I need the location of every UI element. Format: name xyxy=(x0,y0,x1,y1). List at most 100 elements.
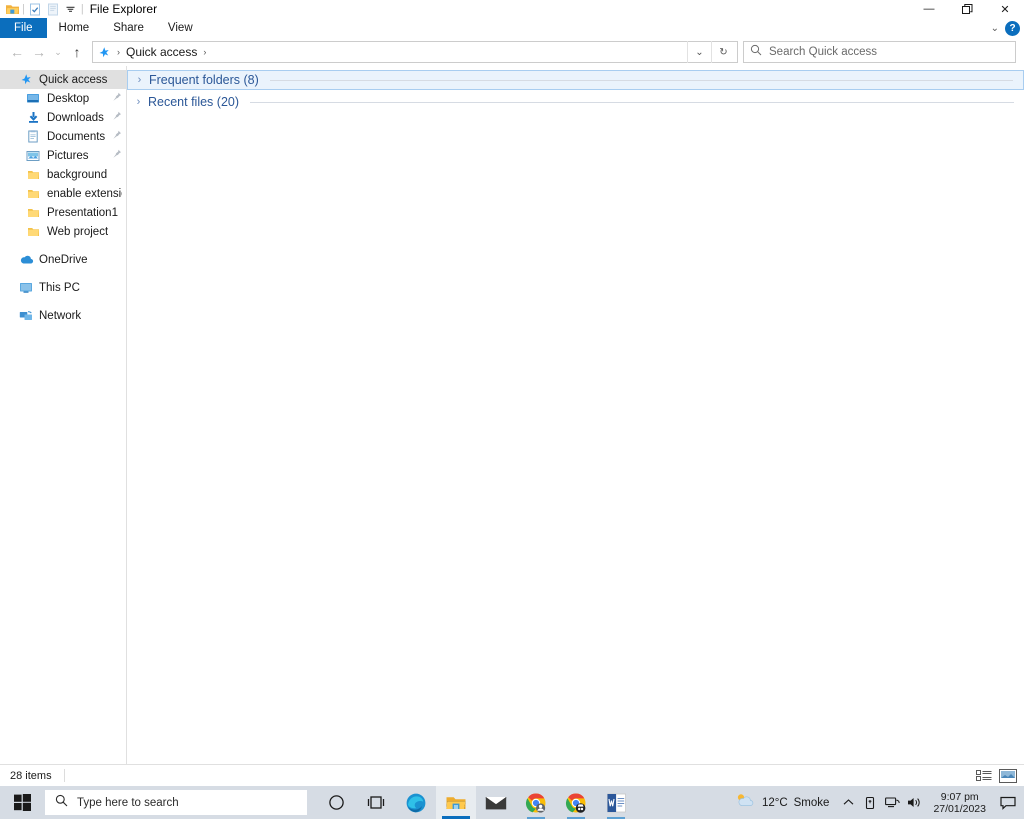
large-icons-view-button[interactable] xyxy=(998,767,1018,785)
recent-locations-icon[interactable]: ⌄ xyxy=(50,41,66,63)
taskbar-search-placeholder: Type here to search xyxy=(77,796,179,809)
show-hidden-icons-button[interactable] xyxy=(837,786,859,819)
explorer-icon[interactable] xyxy=(3,0,21,18)
task-view-icon[interactable] xyxy=(356,786,396,819)
sidebar-item-label: enable extension xyxy=(47,187,122,200)
new-folder-icon[interactable] xyxy=(44,0,62,18)
weather-widget[interactable]: 12°C Smoke xyxy=(726,792,838,814)
address-dropdown-icon[interactable]: ⌄ xyxy=(687,41,711,63)
sidebar-item-pictures[interactable]: Pictures xyxy=(0,146,126,165)
file-list-pane[interactable]: › Frequent folders (8) › Recent files (2… xyxy=(127,66,1024,764)
group-rule xyxy=(269,79,1013,81)
chrome-incognito-icon[interactable] xyxy=(556,786,596,819)
sidebar-item-label: Documents xyxy=(47,130,106,143)
sidebar-item-quick-access[interactable]: Quick access xyxy=(0,70,126,89)
ribbon-right-controls: ⌄ ? xyxy=(991,18,1020,38)
word-icon[interactable] xyxy=(596,786,636,819)
back-button[interactable]: ← xyxy=(6,41,28,63)
properties-icon[interactable] xyxy=(26,0,44,18)
search-icon xyxy=(750,43,762,61)
item-count-label: 28 items xyxy=(10,769,52,782)
sidebar-item-label: OneDrive xyxy=(39,253,88,266)
maximize-restore-button[interactable] xyxy=(948,0,986,18)
notifications-icon[interactable] xyxy=(994,786,1022,819)
refresh-icon[interactable]: ↻ xyxy=(711,41,735,63)
tab-home[interactable]: Home xyxy=(47,18,102,38)
chevron-down-icon[interactable]: ⌄ xyxy=(991,23,999,34)
chevron-right-icon[interactable]: › xyxy=(133,96,144,108)
up-button[interactable]: ↑ xyxy=(66,41,88,63)
breadcrumb-separator-1[interactable]: › xyxy=(199,47,210,57)
documents-icon xyxy=(25,129,41,145)
sidebar-item-network[interactable]: Network xyxy=(0,306,126,325)
this-pc-icon xyxy=(18,280,34,296)
sidebar-item-onedrive[interactable]: OneDrive xyxy=(0,250,126,269)
file-explorer-icon[interactable] xyxy=(436,786,476,819)
breadcrumb-quick-access[interactable]: Quick access xyxy=(124,45,199,59)
onedrive-cloud-icon xyxy=(18,252,34,268)
sidebar-item-web-project[interactable]: Web project xyxy=(0,222,126,241)
sidebar-item-label: Desktop xyxy=(47,92,90,105)
title-bar: | | File Explorer — ✕ xyxy=(0,0,1024,18)
start-button[interactable] xyxy=(0,786,44,819)
volume-tray-icon[interactable] xyxy=(903,786,925,819)
help-button[interactable]: ? xyxy=(1005,20,1020,36)
window-body: Quick access Desktop Downloads Documents… xyxy=(0,66,1024,764)
sidebar-item-background[interactable]: background xyxy=(0,165,126,184)
sidebar-item-enable-extension[interactable]: enable extension xyxy=(0,184,126,203)
folder-icon xyxy=(25,167,41,183)
network-icon xyxy=(18,308,34,324)
view-toggle-group xyxy=(974,767,1018,785)
sidebar-item-this-pc[interactable]: This PC xyxy=(0,278,126,297)
cortana-icon[interactable] xyxy=(316,786,356,819)
sidebar-item-documents[interactable]: Documents xyxy=(0,127,126,146)
navigation-bar: ← → ⌄ ↑ › Quick access › ⌄ ↻ Search Quic… xyxy=(0,38,1024,66)
sidebar-item-downloads[interactable]: Downloads xyxy=(0,108,126,127)
pin-icon[interactable] xyxy=(112,130,122,143)
downloads-icon xyxy=(25,110,41,126)
close-button[interactable]: ✕ xyxy=(986,0,1024,18)
sidebar-item-desktop[interactable]: Desktop xyxy=(0,89,126,108)
mail-icon[interactable] xyxy=(476,786,516,819)
address-bar[interactable]: › Quick access › ⌄ ↻ xyxy=(92,41,738,63)
navigation-pane: Quick access Desktop Downloads Documents… xyxy=(0,66,127,764)
folder-icon xyxy=(25,205,41,221)
folder-icon xyxy=(25,186,41,202)
sidebar-item-presentation1[interactable]: Presentation1 xyxy=(0,203,126,222)
sidebar-item-label: Presentation1 xyxy=(47,206,118,219)
group-header-frequent-folders[interactable]: › Frequent folders (8) xyxy=(127,70,1024,90)
pin-icon[interactable] xyxy=(112,111,122,124)
taskbar-search-box[interactable]: Type here to search xyxy=(45,790,307,815)
forward-button[interactable]: → xyxy=(28,41,50,63)
minimize-button[interactable]: — xyxy=(910,0,948,18)
folder-icon xyxy=(25,224,41,240)
tab-file[interactable]: File xyxy=(0,18,47,38)
clock-date: 27/01/2023 xyxy=(933,802,986,815)
group-header-label: Frequent folders (8) xyxy=(149,73,259,87)
clock[interactable]: 9:07 pm 27/01/2023 xyxy=(925,786,994,819)
sidebar-item-label: This PC xyxy=(39,281,80,294)
tab-view[interactable]: View xyxy=(156,18,205,38)
taskbar-apps xyxy=(316,786,636,819)
network-tray-icon[interactable] xyxy=(881,786,903,819)
window-title: File Explorer xyxy=(89,2,158,16)
customize-chevron-icon[interactable] xyxy=(62,0,80,18)
status-bar: 28 items xyxy=(0,764,1024,786)
details-view-button[interactable] xyxy=(974,767,994,785)
pin-icon[interactable] xyxy=(112,92,122,105)
chrome-profile-icon[interactable] xyxy=(516,786,556,819)
breadcrumb-separator-0: › xyxy=(117,47,120,57)
edge-icon[interactable] xyxy=(396,786,436,819)
onedrive-tray-icon[interactable] xyxy=(859,786,881,819)
sidebar-item-label: Web project xyxy=(47,225,109,238)
chevron-right-icon[interactable]: › xyxy=(134,74,145,86)
pin-icon[interactable] xyxy=(112,149,122,162)
weather-temperature: 12°C xyxy=(761,796,788,809)
tab-share[interactable]: Share xyxy=(101,18,156,38)
search-box[interactable]: Search Quick access xyxy=(743,41,1016,63)
pictures-icon xyxy=(25,148,41,164)
system-tray: 12°C Smoke 9:07 pm 27/01/2023 xyxy=(726,786,1024,819)
group-header-recent-files[interactable]: › Recent files (20) xyxy=(127,92,1024,112)
